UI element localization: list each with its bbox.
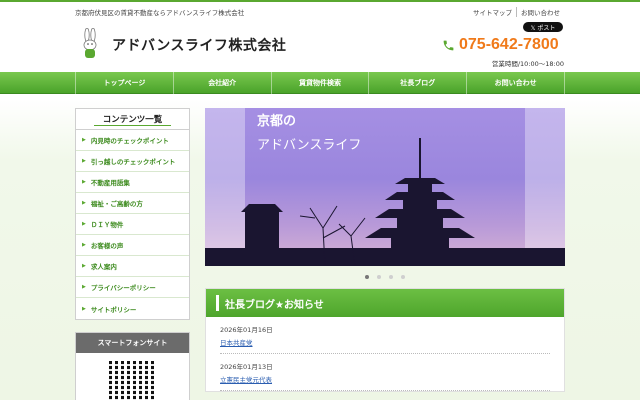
sidebar-item[interactable]: ▶ 不動産用語集 [76,172,189,193]
chevron-right-icon: ▶ [82,179,86,185]
chevron-right-icon: ▶ [82,305,86,312]
post-link[interactable]: 日本共産党 [220,337,550,347]
top-links: サイトマップ お問い合わせ [469,7,564,17]
post-date: 2026年01月16日 [220,326,273,334]
x-post-button[interactable]: 𝕏 ポスト [523,22,563,32]
chevron-right-icon: ▶ [82,158,86,164]
slider-dots [205,266,565,288]
phone-block: 075-642-7800 [442,36,559,54]
sidebar-title: コンテンツ一覧 [75,108,190,130]
sidebar-item[interactable]: ▶ プライバシーポリシー [76,277,189,298]
blog-header: 社長ブログ★お知らせ [206,289,564,317]
sidebar-item[interactable]: ▶ 内見時のチェックポイント [76,130,189,151]
chevron-right-icon: ▶ [82,200,86,206]
chevron-right-icon: ▶ [82,137,86,143]
list-item: 2026年01月13日 立憲民主党元代表 [220,354,550,391]
blog-title: 社長ブログ★お知らせ [225,299,324,311]
sidebar-item[interactable]: ▶ 福祉・ご高齢の方 [76,193,189,214]
nav-property-search[interactable]: 賃貸物件検索 [270,72,369,94]
site-tagline: 京都府伏見区の賃貸不動産ならアドバンスライフ株式会社 [75,9,245,17]
main-content: 京都の アドバンスライフ 社長ブログ★お知らせ 2026年01月16日 日本共産… [205,108,565,392]
hero-slider[interactable]: 京都の アドバンスライフ [205,108,565,266]
main-nav: トップページ 会社紹介 賃貸物件検索 社長ブログ お問い合わせ [0,72,640,94]
rabbit-logo-icon[interactable] [80,28,100,60]
slider-dot[interactable] [389,275,393,279]
post-date: 2026年01月13日 [220,363,273,371]
blog-post-list: 2026年01月16日 日本共産党 2026年01月13日 立憲民主党元代表 [206,317,564,391]
nav-company[interactable]: 会社紹介 [172,72,271,94]
chevron-right-icon: ▶ [82,263,86,269]
sidebar-item[interactable]: ▶ 引っ越しのチェックポイント [76,151,189,172]
nav-top[interactable]: トップページ [75,72,173,94]
slider-dot[interactable] [401,275,405,279]
list-item: 2026年01月16日 日本共産党 [220,317,550,354]
sidebar-item[interactable]: ▶ ＤＩＹ物件 [76,214,189,235]
slider-caption-line1: 京都の [257,114,297,129]
smartphone-site-box: スマートフォンサイト [75,332,190,400]
blog-section: 社長ブログ★お知らせ 2026年01月16日 日本共産党 2026年01月13日… [205,288,565,392]
chevron-right-icon: ▶ [82,242,86,248]
smartphone-site-title: スマートフォンサイト [76,333,189,353]
sidebar: コンテンツ一覧 ▶ 内見時のチェックポイント ▶ 引っ越しのチェックポイント ▶ 不動… [75,108,190,400]
sidebar-item[interactable]: ▶ 求人案内 [76,256,189,277]
slider-dot[interactable] [365,275,369,279]
pagoda-silhouette-icon [205,138,565,266]
chevron-right-icon: ▶ [82,284,86,290]
top-accent-bar [0,0,640,2]
sitemap-link[interactable]: サイトマップ [469,7,516,17]
slider-caption-line2: アドバンスライフ [257,138,362,153]
chevron-right-icon: ▶ [82,221,86,227]
qr-code-icon [108,361,157,400]
phone-number[interactable]: 075-642-7800 [459,36,559,54]
phone-icon [443,40,454,50]
sidebar-menu: ▶ 内見時のチェックポイント ▶ 引っ越しのチェックポイント ▶ 不動産用語集 ▶ 福祉… [75,130,190,320]
sidebar-item[interactable]: ▶ お客様の声 [76,235,189,256]
blog-header-bar [216,295,219,311]
post-link[interactable]: 立憲民主党元代表 [220,374,550,384]
nav-blog[interactable]: 社長ブログ [368,72,466,94]
company-name[interactable]: アドバンスライフ株式会社 [112,35,286,55]
nav-contact[interactable]: お問い合わせ [466,72,565,94]
slider-dot[interactable] [377,275,381,279]
contact-link[interactable]: お問い合わせ [516,7,564,17]
sidebar-item[interactable]: ▶ サイトポリシー [76,298,189,319]
business-hours: 営業時間/10:00～18:00 [491,60,564,68]
